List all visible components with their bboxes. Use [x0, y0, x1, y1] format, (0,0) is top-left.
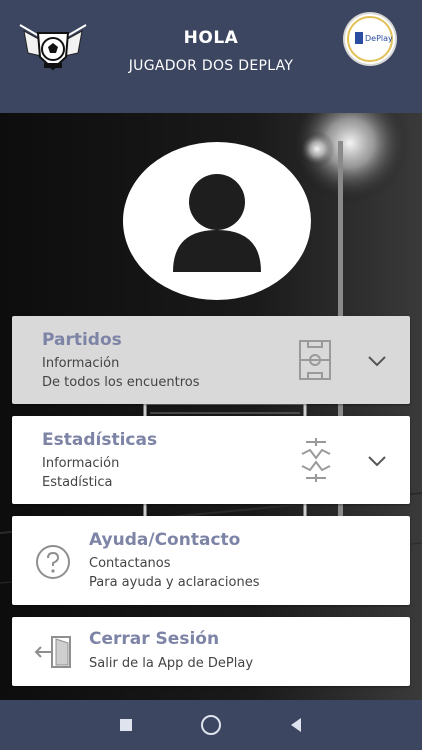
- user-silhouette-icon: [173, 174, 261, 272]
- tactics-formation-icon: [301, 438, 331, 482]
- help-circle-icon: [36, 545, 70, 579]
- system-navigation-bar: [0, 700, 422, 750]
- menu-card-partidos[interactable]: Partidos Información De todos los encuen…: [12, 316, 410, 404]
- chevron-down-icon[interactable]: [366, 454, 388, 468]
- app-header: HOLA JUGADOR DOS DEPLAY DePlay: [0, 0, 422, 113]
- svg-text:DePlay: DePlay: [365, 34, 393, 43]
- card-line-1: Salir de la App de DePlay: [89, 656, 254, 671]
- soccer-field-icon: [299, 340, 331, 380]
- card-title: Partidos: [42, 330, 122, 350]
- card-line-2: Para ayuda y aclaraciones: [89, 575, 260, 590]
- card-line-1: Información: [42, 456, 120, 471]
- card-line-2: Estadística: [42, 475, 113, 490]
- menu-card-ayuda-contacto[interactable]: Ayuda/Contacto Contactanos Para ayuda y …: [12, 516, 410, 605]
- menu-card-cerrar-sesion[interactable]: Cerrar Sesión Salir de la App de DePlay: [12, 617, 410, 686]
- recent-apps-icon[interactable]: [115, 714, 137, 736]
- card-line-2: De todos los encuentros: [42, 375, 200, 390]
- menu-card-estadisticas[interactable]: Estadísticas Información Estadística: [12, 416, 410, 504]
- home-icon[interactable]: [200, 714, 222, 736]
- card-title: Estadísticas: [42, 430, 158, 450]
- card-line-1: Contactanos: [89, 556, 171, 571]
- card-title: Ayuda/Contacto: [89, 530, 241, 550]
- chevron-down-icon[interactable]: [366, 354, 388, 368]
- logout-door-icon: [34, 636, 71, 668]
- card-title: Cerrar Sesión: [89, 629, 220, 649]
- deplay-logo: DePlay: [345, 14, 395, 64]
- profile-avatar[interactable]: [123, 142, 311, 300]
- card-line-1: Información: [42, 356, 120, 371]
- back-icon[interactable]: [285, 714, 307, 736]
